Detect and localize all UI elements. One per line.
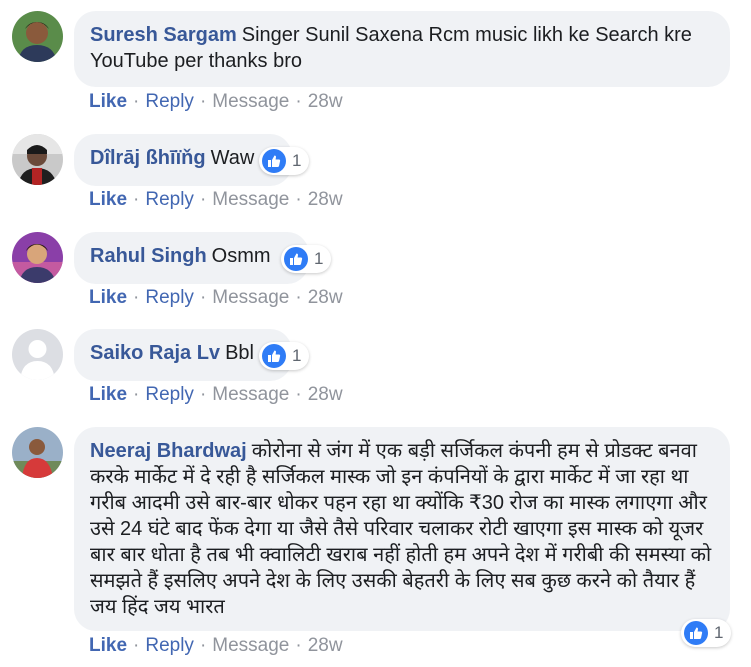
thumbs-up-icon bbox=[262, 149, 286, 173]
separator: · bbox=[133, 384, 140, 405]
message-button[interactable]: Message bbox=[212, 189, 289, 210]
separator: · bbox=[295, 189, 302, 210]
like-button[interactable]: Like bbox=[89, 91, 127, 112]
timestamp[interactable]: 28w bbox=[308, 635, 343, 656]
separator: · bbox=[295, 287, 302, 308]
comment-text: Bbl bbox=[225, 342, 254, 364]
comment-bubble: Neeraj Bhardwaj कोरोना से जंग में एक बड़ी… bbox=[74, 427, 730, 631]
reaction-count[interactable]: 1 bbox=[681, 619, 732, 647]
message-button[interactable]: Message bbox=[212, 287, 289, 308]
thumbs-up-icon bbox=[684, 621, 708, 645]
separator: · bbox=[133, 287, 140, 308]
commenter-name[interactable]: Suresh Sargam bbox=[90, 24, 237, 46]
separator: · bbox=[295, 91, 302, 112]
reply-button[interactable]: Reply bbox=[145, 91, 194, 112]
reaction-count-value: 1 bbox=[714, 623, 724, 642]
commenter-name[interactable]: Neeraj Bhardwaj bbox=[90, 440, 247, 462]
comment-text: Waw bbox=[210, 147, 255, 169]
reply-button[interactable]: Reply bbox=[145, 287, 194, 308]
like-button[interactable]: Like bbox=[89, 384, 127, 405]
message-button[interactable]: Message bbox=[212, 384, 289, 405]
avatar[interactable] bbox=[12, 11, 63, 62]
comment-text: कोरोना से जंग में एक बड़ी सर्जिकल कंपनी … bbox=[90, 440, 712, 618]
message-button[interactable]: Message bbox=[212, 635, 289, 656]
comment-bubble: Suresh Sargam Singer Sunil Saxena Rcm mus… bbox=[74, 11, 730, 87]
thumbs-up-icon bbox=[284, 247, 308, 271]
timestamp[interactable]: 28w bbox=[308, 384, 343, 405]
avatar[interactable] bbox=[12, 329, 63, 380]
like-button[interactable]: Like bbox=[89, 287, 127, 308]
reply-button[interactable]: Reply bbox=[145, 384, 194, 405]
separator: · bbox=[295, 635, 302, 656]
reaction-count-value: 1 bbox=[292, 151, 302, 170]
commenter-name[interactable]: Saiko Raja Lv bbox=[90, 342, 220, 364]
comment-actions: Like · Reply · Message · 28w bbox=[89, 189, 343, 211]
separator: · bbox=[199, 287, 207, 308]
separator: · bbox=[133, 91, 140, 112]
like-button[interactable]: Like bbox=[89, 189, 127, 210]
commenter-name[interactable]: Dîlrāj ßhīïňg bbox=[90, 147, 206, 169]
commenter-name[interactable]: Rahul Singh bbox=[90, 245, 207, 267]
like-button[interactable]: Like bbox=[89, 635, 127, 656]
reaction-count[interactable]: 1 bbox=[281, 245, 332, 273]
comment-actions: Like · Reply · Message · 28w bbox=[89, 635, 343, 657]
separator: · bbox=[199, 635, 207, 656]
reply-button[interactable]: Reply bbox=[145, 635, 194, 656]
reaction-count[interactable]: 1 bbox=[259, 147, 310, 175]
reply-button[interactable]: Reply bbox=[145, 189, 194, 210]
avatar[interactable] bbox=[12, 134, 63, 185]
thumbs-up-icon bbox=[262, 344, 286, 368]
timestamp[interactable]: 28w bbox=[308, 189, 343, 210]
separator: · bbox=[199, 189, 207, 210]
separator: · bbox=[199, 91, 207, 112]
comment-actions: Like · Reply · Message · 28w bbox=[89, 287, 343, 309]
comment-actions: Like · Reply · Message · 28w bbox=[89, 384, 343, 406]
comment-actions: Like · Reply · Message · 28w bbox=[89, 91, 343, 113]
message-button[interactable]: Message bbox=[212, 91, 289, 112]
separator: · bbox=[295, 384, 302, 405]
reaction-count[interactable]: 1 bbox=[259, 342, 310, 370]
comment-bubble: Rahul Singh Osmm bbox=[74, 232, 309, 284]
separator: · bbox=[199, 384, 207, 405]
timestamp[interactable]: 28w bbox=[308, 91, 343, 112]
separator: · bbox=[133, 635, 140, 656]
timestamp[interactable]: 28w bbox=[308, 287, 343, 308]
reaction-count-value: 1 bbox=[314, 249, 324, 268]
separator: · bbox=[133, 189, 140, 210]
avatar[interactable] bbox=[12, 427, 63, 478]
comment-text: Osmm bbox=[211, 245, 271, 267]
reaction-count-value: 1 bbox=[292, 346, 302, 365]
avatar[interactable] bbox=[12, 232, 63, 283]
